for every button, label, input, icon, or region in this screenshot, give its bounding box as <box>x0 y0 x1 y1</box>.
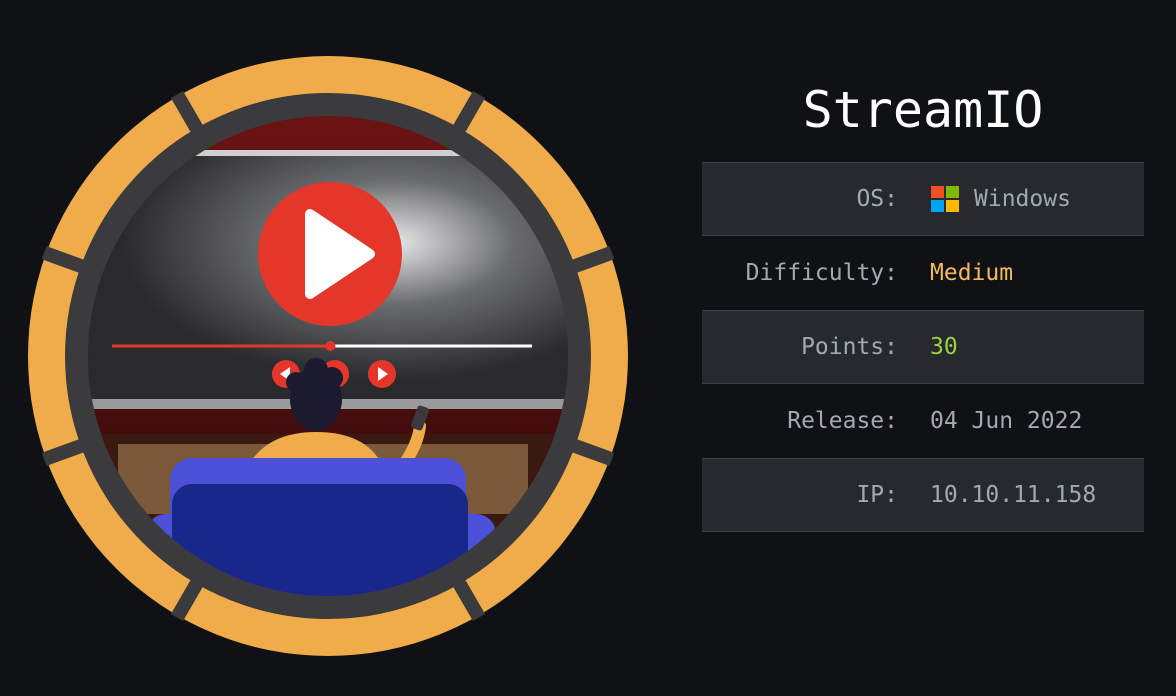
info-row-os: OS: Windows <box>702 162 1144 236</box>
release-value: 04 Jun 2022 <box>930 408 1083 434</box>
os-value: Windows <box>974 186 1071 212</box>
difficulty-value: Medium <box>930 260 1014 286</box>
difficulty-label: Difficulty: <box>745 260 898 286</box>
os-label: OS: <box>856 186 898 212</box>
machine-avatar-badge <box>28 56 628 656</box>
release-label: Release: <box>787 408 898 434</box>
video-seek-knob <box>325 341 336 351</box>
info-row-difficulty: Difficulty: Medium <box>702 236 1144 310</box>
ip-value: 10.10.11.158 <box>930 482 1097 508</box>
machine-info-card: StreamIO OS: Windows Difficulty: Medium … <box>0 0 1176 696</box>
ip-label: IP: <box>856 482 898 508</box>
info-row-ip: IP: 10.10.11.158 <box>702 458 1144 532</box>
windows-logo-icon <box>931 186 959 212</box>
machine-name: StreamIO <box>802 81 1044 139</box>
info-row-points: Points: 30 <box>702 310 1144 384</box>
os-value-wrapper: Windows <box>930 184 1071 214</box>
points-label: Points: <box>801 334 898 360</box>
info-row-release: Release: 04 Jun 2022 <box>702 384 1144 458</box>
points-value: 30 <box>930 334 958 360</box>
machine-info-table: OS: Windows Difficulty: Medium Points: 3… <box>702 162 1144 532</box>
